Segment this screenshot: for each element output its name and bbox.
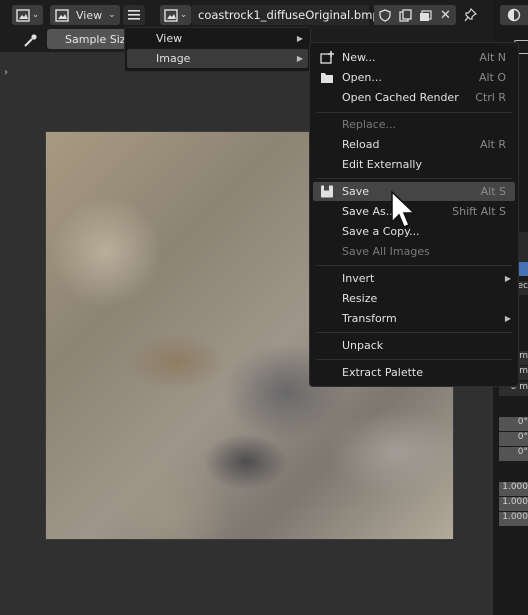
- duplicate-image-button[interactable]: [395, 5, 416, 25]
- view-menu-label: View: [76, 8, 103, 22]
- pin-icon: [464, 8, 477, 22]
- menu-item-unpack[interactable]: Unpack: [313, 336, 515, 355]
- menu-item-label: Save: [342, 185, 370, 198]
- panel-value[interactable]: 1.000: [499, 482, 528, 496]
- sample-tool-button[interactable]: [20, 30, 40, 50]
- panel-value[interactable]: 0°: [499, 447, 528, 461]
- close-icon: ✕: [440, 7, 451, 23]
- shortcut-label: Alt O: [478, 71, 506, 84]
- overlay-icon: [507, 8, 521, 22]
- folder-icon: [321, 73, 333, 83]
- menu-item-image[interactable]: Image ▶: [127, 49, 308, 68]
- shortcut-label: Alt S: [480, 185, 506, 198]
- menu-item-label: Save All Images: [342, 245, 430, 258]
- menu-item-label: Reload: [342, 138, 380, 151]
- image-browse-button[interactable]: ⌄: [160, 5, 191, 25]
- fake-user-button[interactable]: [374, 5, 395, 25]
- menu-item-label: Open Cached Render: [342, 91, 459, 104]
- shield-icon: [378, 8, 391, 22]
- menu-item-label: Image: [156, 52, 191, 65]
- menu-separator: [316, 359, 512, 360]
- editor-type-button[interactable]: ⌄: [12, 5, 43, 25]
- pin-button[interactable]: [461, 6, 479, 24]
- chevron-down-icon: ⌄: [179, 10, 188, 20]
- save-icon: [321, 185, 333, 198]
- menu-item-label: Resize: [342, 292, 378, 305]
- hamburger-menu-button[interactable]: [123, 5, 145, 25]
- menu-item-label: Transform: [342, 312, 397, 325]
- menu-item-label: Edit Externally: [342, 158, 423, 171]
- menu-item-label: Save As...: [342, 205, 397, 218]
- panel-value[interactable]: 0°: [499, 417, 528, 431]
- unlink-image-button[interactable]: ✕: [435, 5, 456, 25]
- menu-item-label: Open...: [342, 71, 382, 84]
- submenu-arrow-icon: ▶: [504, 274, 511, 283]
- panel-value[interactable]: 0°: [499, 432, 528, 446]
- shortcut-label: Ctrl R: [475, 91, 506, 104]
- header-dropdown-menu: View ▶ Image ▶: [124, 27, 311, 72]
- menu-item-label: New...: [342, 51, 376, 64]
- submenu-arrow-icon: ▶: [504, 314, 511, 323]
- menu-item-invert[interactable]: Invert ▶: [313, 269, 515, 288]
- image-icon: [55, 8, 69, 22]
- image-stack-button[interactable]: [415, 5, 436, 25]
- panel-value[interactable]: 1.000: [499, 497, 528, 511]
- image-name-field[interactable]: coastrock1_diffuseOriginal.bmp: [191, 5, 380, 25]
- menu-item-open[interactable]: Open... Alt O: [313, 68, 515, 87]
- chevron-down-icon: ⌄: [108, 10, 116, 20]
- menu-item-label: Extract Palette: [342, 366, 423, 379]
- eyedropper-icon: [23, 33, 37, 47]
- submenu-arrow-icon: ▶: [296, 34, 303, 43]
- menu-separator: [316, 178, 512, 179]
- menu-item-save-all-images: Save All Images: [313, 242, 515, 261]
- menu-item-replace: Replace...: [313, 115, 515, 134]
- menu-item-new[interactable]: New... Alt N: [313, 48, 515, 67]
- image-icon: [164, 8, 178, 22]
- menu-separator: [316, 265, 512, 266]
- submenu-arrow-icon: ▶: [296, 54, 303, 63]
- menu-item-edit-externally[interactable]: Edit Externally: [313, 155, 515, 174]
- new-image-icon: [320, 51, 334, 64]
- image-editor-icon: [16, 8, 30, 22]
- menu-item-label: Replace...: [342, 118, 397, 131]
- view-menu-button[interactable]: View ⌄: [50, 5, 120, 25]
- overlay-toggle-button[interactable]: [500, 5, 528, 25]
- menu-item-view[interactable]: View ▶: [127, 29, 308, 48]
- chevron-down-icon: ⌄: [31, 10, 40, 20]
- image-editor-header: ⌄ View ⌄ ⌄ coastrock1_diffuseOriginal.bm…: [0, 0, 493, 30]
- menu-item-reload[interactable]: Reload Alt R: [313, 135, 515, 154]
- shortcut-label: Alt R: [479, 138, 506, 151]
- menu-item-open-cached-render[interactable]: Open Cached Render Ctrl R: [313, 88, 515, 107]
- panel-value[interactable]: 1.000: [499, 512, 528, 526]
- menu-item-label: Unpack: [342, 339, 384, 352]
- hamburger-icon: [128, 10, 140, 20]
- menu-item-resize[interactable]: Resize: [313, 289, 515, 308]
- toolbar-expand-arrow-icon[interactable]: ›: [4, 67, 8, 78]
- sample-size-field[interactable]: Sample Size: [47, 29, 127, 49]
- image-stack-icon: [420, 9, 432, 21]
- shortcut-label: Alt N: [479, 51, 506, 64]
- shortcut-label: Shift Alt S: [452, 205, 506, 218]
- menu-separator: [316, 332, 512, 333]
- menu-item-label: View: [156, 32, 183, 45]
- menu-item-transform[interactable]: Transform ▶: [313, 309, 515, 328]
- menu-separator: [316, 112, 512, 113]
- mouse-cursor-icon: [391, 190, 416, 228]
- duplicate-icon: [399, 8, 412, 22]
- menu-item-extract-palette[interactable]: Extract Palette: [313, 363, 515, 382]
- menu-item-label: Invert: [342, 272, 375, 285]
